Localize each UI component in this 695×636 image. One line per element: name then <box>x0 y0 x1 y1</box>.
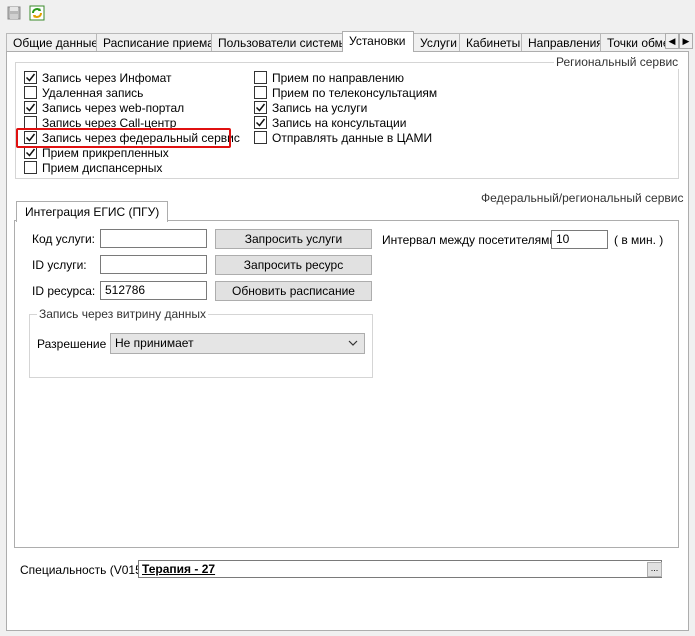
chevron-down-icon <box>348 334 358 360</box>
checkbox-unchecked[interactable] <box>24 86 37 99</box>
tab-referrals[interactable]: Направления <box>521 33 603 52</box>
resource-id-label: ID ресурса: <box>32 284 96 298</box>
checkbox-unchecked[interactable] <box>254 131 267 144</box>
federal-service-title: Федеральный/региональный сервис <box>479 191 686 205</box>
checkbox-label: Запись через Инфомат <box>42 70 172 85</box>
checkbox-label: Запись через web-портал <box>42 100 185 115</box>
tab-settings[interactable]: Установки <box>342 31 414 52</box>
checkbox-row[interactable]: Прием по направлению <box>254 70 404 85</box>
checkbox-row[interactable]: Запись через web-портал <box>24 100 184 115</box>
tab-cabinets[interactable]: Кабинеты <box>459 33 522 52</box>
resource-id-input[interactable]: 512786 <box>100 281 207 300</box>
tab-users[interactable]: Пользователи системы <box>211 33 347 52</box>
tab-schedule[interactable]: Расписание приема <box>96 33 214 52</box>
service-id-input[interactable] <box>100 255 207 274</box>
tab-general[interactable]: Общие данные <box>6 33 98 52</box>
tab-scroll-right-button[interactable]: ▶ <box>679 33 693 49</box>
checkbox-checked[interactable] <box>254 116 267 129</box>
checkbox-label: Запись на консультации <box>272 115 407 130</box>
checkbox-row[interactable]: Запись на консультации <box>254 115 406 130</box>
permission-label: Разрешение <box>37 337 107 351</box>
checkbox-checked[interactable] <box>24 101 37 114</box>
checkbox-label: Прием по телеконсультациям <box>272 85 438 100</box>
tab-egis-integration[interactable]: Интеграция ЕГИС (ПГУ) <box>16 201 169 222</box>
checkbox-label: Прием диспансерных <box>42 160 163 175</box>
checkbox-unchecked[interactable] <box>24 161 37 174</box>
checkbox-row[interactable]: Прием по телеконсультациям <box>254 85 437 100</box>
interval-input[interactable]: 10 <box>551 230 608 249</box>
checkbox-checked[interactable] <box>254 101 267 114</box>
showcase-title: Запись через витрину данных <box>37 307 209 321</box>
checkbox-row[interactable]: Запись на услуги <box>254 100 367 115</box>
specialty-browse-button[interactable]: ... <box>647 562 662 577</box>
service-id-label: ID услуги: <box>32 258 87 272</box>
checkbox-label: Отправлять данные в ЦАМИ <box>272 130 433 145</box>
checkbox-label: Прием по направлению <box>272 70 405 85</box>
tab-exchange-points[interactable]: Точки обме <box>600 33 666 52</box>
update-schedule-button[interactable]: Обновить расписание <box>215 281 372 301</box>
checkbox-row[interactable]: Запись через Инфомат <box>24 70 172 85</box>
highlight-box <box>16 128 231 148</box>
request-services-button[interactable]: Запросить услуги <box>215 229 372 249</box>
service-code-label: Код услуги: <box>32 232 96 246</box>
service-code-input[interactable] <box>100 229 207 248</box>
checkbox-row[interactable]: Удаленная запись <box>24 85 143 100</box>
checkbox-unchecked[interactable] <box>254 86 267 99</box>
tab-scroll-left-button[interactable]: ◀ <box>665 33 679 49</box>
checkbox-checked[interactable] <box>24 71 37 84</box>
checkbox-label: Запись на услуги <box>272 100 368 115</box>
specialty-label: Специальность (V015) <box>20 563 146 577</box>
save-icon <box>7 6 21 23</box>
specialty-field[interactable]: Терапия - 27 <box>138 560 662 578</box>
tab-services[interactable]: Услуги <box>413 33 460 52</box>
tab-strip: Общие данные Расписание приема Пользоват… <box>6 31 666 52</box>
refresh-button[interactable] <box>28 5 46 23</box>
regional-service-title: Региональный сервис <box>554 55 681 69</box>
checkbox-label: Удаленная запись <box>42 85 144 100</box>
interval-label: Интервал между посетителями: <box>382 233 560 247</box>
request-resource-button[interactable]: Запросить ресурс <box>215 255 372 275</box>
permission-select[interactable]: Не принимает <box>110 333 365 354</box>
save-button[interactable] <box>5 5 23 23</box>
checkbox-unchecked[interactable] <box>254 71 267 84</box>
refresh-icon <box>29 5 45 24</box>
checkbox-row[interactable]: Прием диспансерных <box>24 160 162 175</box>
permission-value: Не принимает <box>115 336 194 350</box>
checkbox-row[interactable]: Отправлять данные в ЦАМИ <box>254 130 432 145</box>
interval-unit-label: ( в мин. ) <box>614 233 664 247</box>
